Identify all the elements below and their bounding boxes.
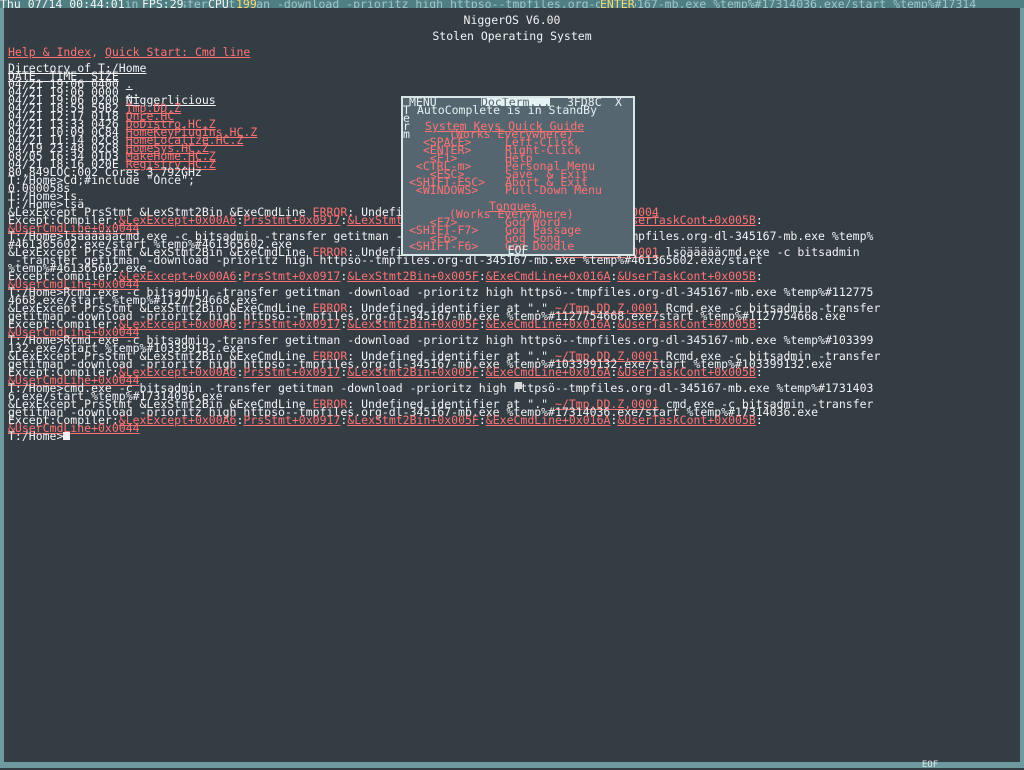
popup-eof-label: EOF (507, 243, 529, 256)
trace-link[interactable]: PrsStmt+0x0917 (243, 413, 340, 427)
quick-start-link[interactable]: Quick Start: Cmd line (105, 45, 250, 59)
trace-link[interactable]: &UserTaskCont+0x005B (617, 365, 755, 379)
trace-link[interactable]: &ExeCmdLine+0x016A (486, 365, 611, 379)
mouse-cursor (515, 382, 522, 389)
trace-link[interactable]: &UserTaskCont+0x005B (617, 213, 755, 227)
command-prompt[interactable]: T:/Home> (8, 429, 71, 443)
trace-link[interactable]: PrsStmt+0x0917 (243, 317, 340, 331)
cpu-value: 199 (236, 0, 257, 8)
os-title: NiggerOS V6.00 (463, 13, 561, 27)
enter-indicator: ENTER (600, 0, 635, 8)
fps-counter: FPS:29 (142, 0, 184, 8)
key-shortcut: <WINDOWS> (409, 183, 479, 197)
text-cursor (63, 432, 71, 440)
autocomplete-status: AutoComplete is in StandBy (417, 103, 598, 117)
trace-link[interactable]: &LexStmt2Bin+0x005F (347, 365, 479, 379)
trace-link[interactable]: &UserTaskCont+0x005B (617, 317, 755, 331)
bottom-eof-label: EOF (921, 760, 939, 770)
trace-link[interactable]: PrsStmt+0x0917 (243, 365, 340, 379)
window-border-left (0, 8, 4, 764)
trace-link[interactable]: &LexStmt2Bin+0x005F (347, 413, 479, 427)
trace-link[interactable]: PrsStmt+0x0917 (243, 269, 340, 283)
trace-link[interactable]: &LexStmt2Bin+0x005F (347, 269, 479, 283)
trace-link[interactable]: &ExeCmdLine+0x016A (486, 269, 611, 283)
window-scrollbar-right[interactable] (1020, 8, 1024, 764)
top-status-bar: cmd.exe -c bitsadmin -transfer getitman … (0, 0, 1024, 8)
trace-link[interactable]: &UserTaskCont+0x005B (617, 413, 755, 427)
window-scrollbar-bottom[interactable] (0, 762, 1024, 768)
prompt-text: T:/Home> (8, 429, 64, 443)
close-button[interactable]: X (615, 98, 622, 108)
trace-link[interactable]: &LexStmt2Bin+0x005F (347, 317, 479, 331)
trace-link[interactable]: &ExeCmdLine+0x016A (486, 317, 611, 331)
trace-link[interactable]: &ExeCmdLine+0x016A (486, 413, 611, 427)
trace-link[interactable]: &UserTaskCont+0x005B (617, 269, 755, 283)
cpu-label: CPU (208, 0, 229, 8)
key-action: Pull-Down Menu (505, 183, 602, 197)
help-links: Help & Index, Quick Start: Cmd line (8, 45, 250, 59)
trace-link[interactable]: PrsStmt+0x0917 (243, 213, 340, 227)
docterm-window[interactable]: MENU DocTerm... 3FD8C X T e r m AutoComp… (401, 96, 635, 256)
os-subtitle: Stolen Operating System (432, 29, 592, 43)
link-separator: , (91, 45, 105, 59)
clock: Thu 07/14 00:44:01 (0, 0, 125, 8)
help-index-link[interactable]: Help & Index (8, 45, 91, 59)
